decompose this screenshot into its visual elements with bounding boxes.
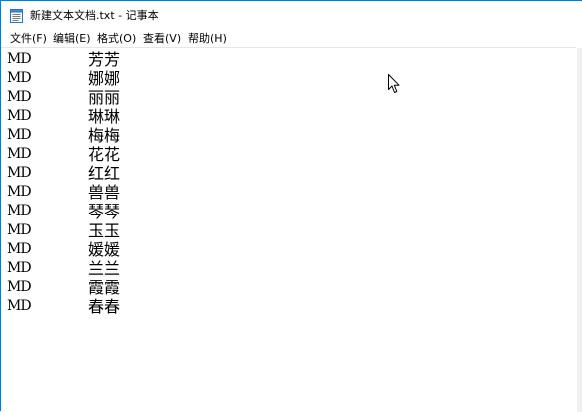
menu-edit[interactable]: 编辑(E) (53, 30, 91, 47)
line-code: MD (7, 51, 32, 67)
menu-help[interactable]: 帮助(H) (188, 30, 227, 47)
menu-bar: 文件(F) 编辑(E) 格式(O) 查看(V) 帮助(H) (1, 30, 582, 47)
window-title: 新建文本文档.txt - 记事本 (30, 9, 159, 22)
line-name: 玉玉 (88, 221, 121, 240)
line-code: MD (7, 89, 32, 105)
line-name: 红红 (88, 164, 121, 183)
line-name: 霞霞 (88, 278, 121, 297)
line-code: MD (7, 241, 32, 257)
line-code: MD (7, 146, 32, 162)
text-editor[interactable]: MD 芳芳 MD 娜娜 MD 丽丽 MD 琳琳 MD 梅梅 MD 花花 MD 红… (2, 48, 578, 412)
line-name: 琴琴 (88, 202, 121, 221)
line-name: 琳琳 (88, 107, 121, 126)
line-name: 娜娜 (88, 69, 121, 88)
line-code: MD (7, 184, 32, 200)
line-name: 兰兰 (88, 259, 121, 278)
menu-format[interactable]: 格式(O) (97, 30, 136, 47)
mouse-pointer-icon (388, 74, 400, 93)
line-name: 春春 (88, 297, 121, 316)
line-name: 芳芳 (88, 50, 121, 69)
line-code: MD (7, 203, 32, 219)
line-code: MD (7, 298, 32, 314)
line-name: 梅梅 (88, 126, 121, 145)
line-code: MD (7, 127, 32, 143)
line-code: MD (7, 70, 32, 86)
line-code: MD (7, 260, 32, 276)
line-code: MD (7, 279, 32, 295)
menu-file[interactable]: 文件(F) (10, 30, 47, 47)
line-name: 兽兽 (88, 183, 121, 202)
line-name: 媛媛 (88, 240, 121, 259)
line-code: MD (7, 165, 32, 181)
window-edge (577, 48, 582, 412)
notepad-window: 新建文本文档.txt - 记事本 文件(F) 编辑(E) 格式(O) 查看(V)… (0, 0, 582, 412)
menu-view[interactable]: 查看(V) (143, 30, 181, 47)
line-code: MD (7, 108, 32, 124)
line-name: 花花 (88, 145, 121, 164)
notepad-icon (10, 9, 23, 23)
title-bar[interactable]: 新建文本文档.txt - 记事本 (1, 1, 582, 30)
line-name: 丽丽 (88, 88, 121, 107)
line-code: MD (7, 222, 32, 238)
